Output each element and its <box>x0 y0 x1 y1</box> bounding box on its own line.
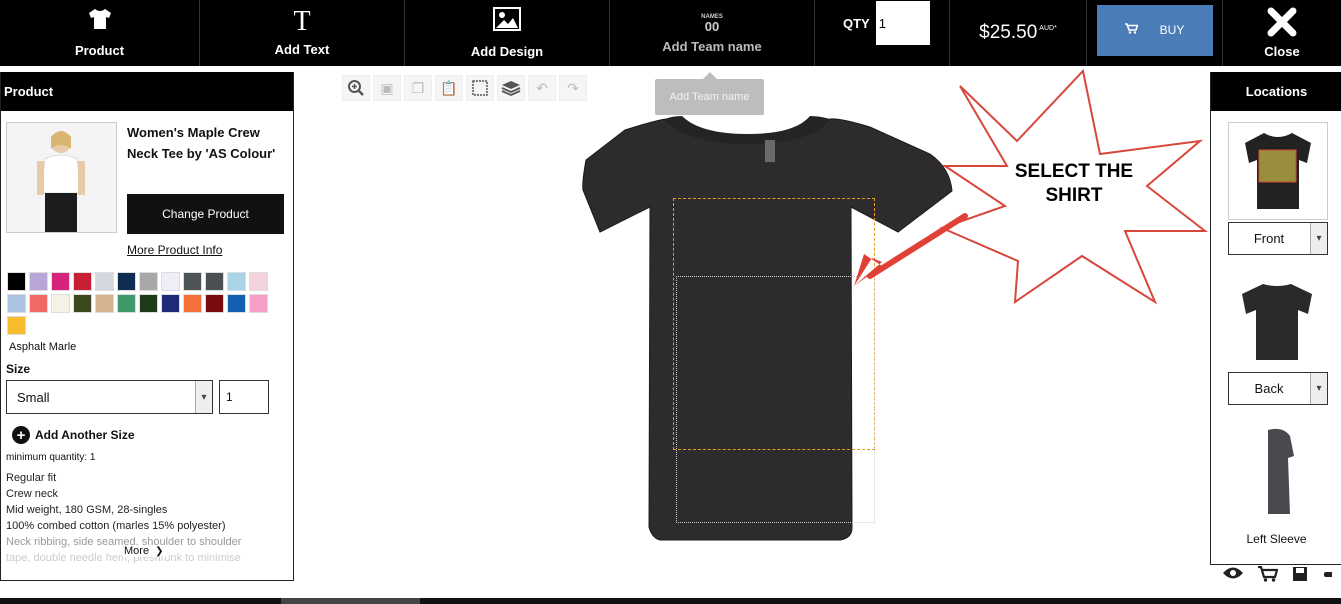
add-text-tab[interactable]: T Add Text <box>200 0 405 66</box>
minimum-quantity: minimum quantity: 1 <box>6 452 96 463</box>
text-icon: T <box>293 5 311 37</box>
color-swatch[interactable] <box>249 272 268 291</box>
color-swatch[interactable] <box>73 294 92 313</box>
locations-header: Locations <box>1211 72 1341 111</box>
selected-color-name: Asphalt Marle <box>9 341 77 353</box>
color-swatch[interactable] <box>183 272 202 291</box>
product-name: Women's Maple Crew Neck Tee by 'AS Colou… <box>127 125 276 161</box>
close-label: Close <box>1264 44 1300 59</box>
color-swatch[interactable] <box>73 272 92 291</box>
chevron-down-icon: ▾ <box>1310 373 1327 404</box>
qty-label: QTY <box>843 15 870 31</box>
color-swatch[interactable] <box>7 316 26 335</box>
back-location-select[interactable]: Back ▾ <box>1228 372 1328 405</box>
front-label: Front <box>1253 231 1285 246</box>
image-icon <box>493 7 521 36</box>
team-name-icon: NAMES 00 <box>701 13 723 34</box>
color-swatch[interactable] <box>139 272 158 291</box>
chevron-down-icon: ▾ <box>195 381 212 413</box>
close-icon <box>1267 7 1297 42</box>
color-swatch[interactable] <box>51 272 70 291</box>
bottom-actions <box>1222 565 1334 587</box>
color-swatch[interactable] <box>205 294 224 313</box>
color-swatch[interactable] <box>7 272 26 291</box>
callout-text: SELECT THE SHIRT <box>1014 161 1134 206</box>
horizontal-scrollbar[interactable] <box>0 598 1341 604</box>
more-description-button[interactable]: More ❯ <box>122 545 166 557</box>
price-value: $25.50 <box>979 22 1038 43</box>
color-swatches <box>7 272 277 335</box>
color-swatch[interactable] <box>51 294 70 313</box>
color-swatch[interactable] <box>205 272 224 291</box>
color-swatch[interactable] <box>95 272 114 291</box>
change-product-button[interactable]: Change Product <box>127 194 284 234</box>
more-product-info-link[interactable]: More Product Info <box>127 243 222 257</box>
size-quantity-input[interactable]: 1 <box>219 380 269 414</box>
size-label: Size <box>6 362 31 376</box>
product-tab-label: Product <box>74 43 125 58</box>
color-swatch[interactable] <box>29 272 48 291</box>
price-display: $25.50 AUD* <box>950 0 1087 66</box>
color-swatch[interactable] <box>249 294 268 313</box>
color-swatch[interactable] <box>227 294 246 313</box>
add-team-name-label: Add Team name <box>662 38 762 54</box>
front-location-thumbnail[interactable] <box>1228 122 1328 220</box>
color-swatch[interactable] <box>117 272 136 291</box>
add-team-name-tab[interactable]: NAMES 00 Add Team name <box>610 0 815 66</box>
product-thumbnail[interactable] <box>6 122 117 233</box>
quantity-group: QTY <box>815 0 950 66</box>
back-label: Back <box>1254 381 1284 396</box>
desc-line: Mid weight, 180 GSM, 28-singles <box>6 504 168 516</box>
plus-circle-icon: + <box>12 426 30 444</box>
color-swatch[interactable] <box>161 272 180 291</box>
back-location-thumbnail[interactable] <box>1228 272 1328 370</box>
color-swatch[interactable] <box>183 294 202 313</box>
cart-icon <box>1124 23 1139 37</box>
buy-cell: BUY <box>1087 0 1223 66</box>
product-panel-header: Product <box>1 72 293 111</box>
color-swatch[interactable] <box>227 272 246 291</box>
color-swatch[interactable] <box>29 294 48 313</box>
eye-icon[interactable] <box>1222 566 1244 587</box>
add-design-label: Add Design <box>470 44 544 59</box>
size-tag-icon <box>765 140 775 162</box>
add-design-tab[interactable]: Add Design <box>405 0 610 66</box>
save-icon[interactable] <box>1292 566 1308 587</box>
product-panel: Product Women's Maple Crew Neck Tee by '… <box>0 72 294 581</box>
buy-label: BUY <box>1159 23 1185 37</box>
more-label: More <box>124 545 150 557</box>
buy-button[interactable]: BUY <box>1096 4 1213 56</box>
close-button[interactable]: Close <box>1223 0 1341 66</box>
color-swatch[interactable] <box>95 294 114 313</box>
add-text-label: Add Text <box>274 41 330 57</box>
color-swatch[interactable] <box>117 294 136 313</box>
tshirt-icon <box>88 8 112 35</box>
left-sleeve-label: Left Sleeve <box>1246 532 1307 546</box>
add-another-size-button[interactable]: + Add Another Size <box>12 426 135 444</box>
team-icon-number: 00 <box>704 18 720 34</box>
color-swatch[interactable] <box>7 294 26 313</box>
locations-panel: Locations Front ▾ Back ▾ Left Sleeve <box>1210 72 1341 565</box>
qty-input[interactable] <box>875 1 930 45</box>
color-swatch[interactable] <box>139 294 158 313</box>
desc-line: 100% combed cotton (marles 15% polyester… <box>6 520 226 532</box>
scrollbar-thumb[interactable] <box>281 598 420 604</box>
left-sleeve-location-thumbnail[interactable] <box>1228 422 1328 520</box>
arrow-icon <box>867 213 968 279</box>
product-tab[interactable]: Product <box>0 0 200 66</box>
chevron-down-icon: ▾ <box>1310 223 1327 254</box>
chevron-down-icon: ❯ <box>155 546 164 557</box>
front-location-select[interactable]: Front ▾ <box>1228 222 1328 255</box>
print-area-safe-zone <box>676 276 875 523</box>
cart-icon[interactable] <box>1258 565 1279 587</box>
share-icon[interactable] <box>1322 566 1334 587</box>
desc-line: Regular fit <box>6 472 57 484</box>
top-toolbar: Product T Add Text Add Design NAMES 00 A… <box>0 0 1341 66</box>
add-size-label: Add Another Size <box>35 428 135 442</box>
price-suffix: AUD* <box>1039 24 1057 32</box>
size-value: Small <box>17 389 50 405</box>
desc-line: Crew neck <box>6 488 58 500</box>
color-swatch[interactable] <box>161 294 180 313</box>
size-select[interactable]: Small ▾ <box>6 380 213 414</box>
